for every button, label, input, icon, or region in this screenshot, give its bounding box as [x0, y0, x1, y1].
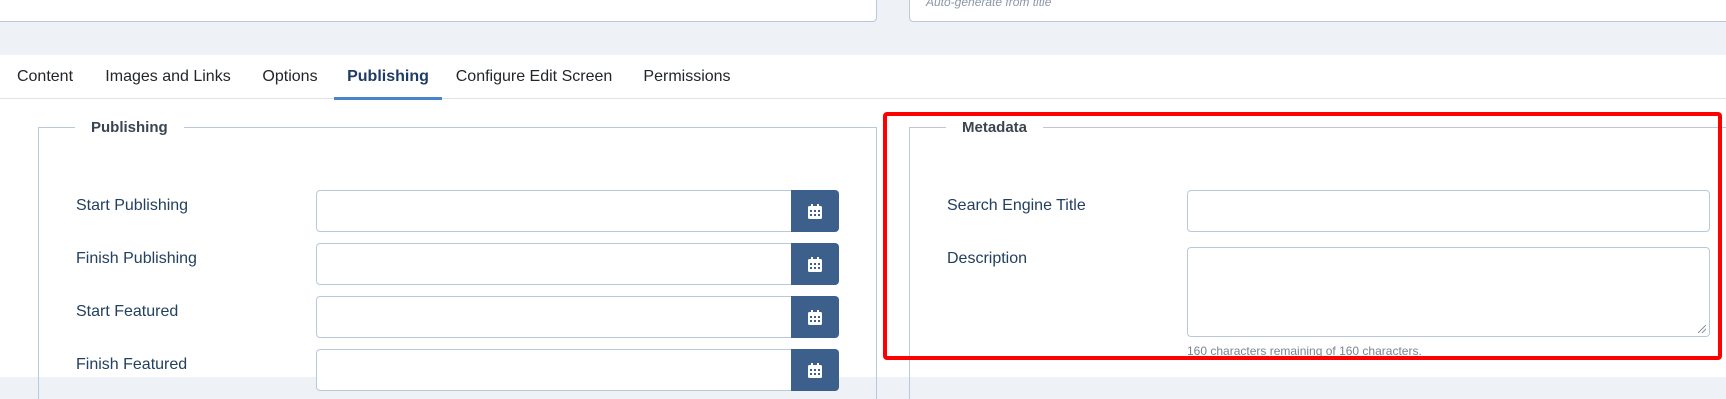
- tab-configure-edit-screen[interactable]: Configure Edit Screen: [442, 55, 626, 99]
- alias-placeholder: Auto-generate from title: [926, 0, 1052, 9]
- start-featured-calendar-button[interactable]: [791, 296, 839, 338]
- finish-featured-label: Finish Featured: [76, 356, 188, 373]
- start-publishing-input[interactable]: [316, 190, 793, 232]
- tab-content[interactable]: Content: [0, 55, 90, 99]
- edit-panel: Content Images and Links Options Publish…: [0, 55, 1726, 399]
- start-featured-input[interactable]: [316, 296, 793, 338]
- description-label: Description: [947, 250, 1028, 267]
- alias-input[interactable]: Auto-generate from title: [909, 0, 1726, 22]
- finish-featured-input[interactable]: [316, 349, 793, 391]
- resize-handle-icon[interactable]: [1698, 325, 1706, 333]
- char-counter: 160 characters remaining of 160 characte…: [1187, 344, 1422, 358]
- start-publishing-calendar-button[interactable]: [791, 190, 839, 232]
- tab-bar: Content Images and Links Options Publish…: [0, 55, 1726, 100]
- description-textarea[interactable]: [1187, 247, 1710, 337]
- tab-publishing[interactable]: Publishing: [334, 55, 442, 100]
- tab-permissions[interactable]: Permissions: [626, 55, 748, 99]
- finish-publishing-calendar-button[interactable]: [791, 243, 839, 285]
- title-input[interactable]: [0, 0, 877, 22]
- calendar-icon: [808, 309, 822, 325]
- start-featured-label: Start Featured: [76, 303, 179, 320]
- calendar-icon: [808, 362, 822, 378]
- tab-images-and-links[interactable]: Images and Links: [90, 55, 246, 99]
- search-engine-title-input[interactable]: [1187, 190, 1710, 232]
- tab-options[interactable]: Options: [246, 55, 334, 99]
- finish-publishing-label: Finish Publishing: [76, 250, 197, 267]
- metadata-legend: Metadata: [962, 119, 1028, 136]
- publishing-legend: Publishing: [91, 119, 168, 136]
- search-engine-title-label: Search Engine Title: [947, 197, 1086, 214]
- calendar-icon: [808, 256, 822, 272]
- start-publishing-label: Start Publishing: [76, 197, 189, 214]
- finish-featured-calendar-button[interactable]: [791, 349, 839, 391]
- finish-publishing-input[interactable]: [316, 243, 793, 285]
- calendar-icon: [808, 203, 822, 219]
